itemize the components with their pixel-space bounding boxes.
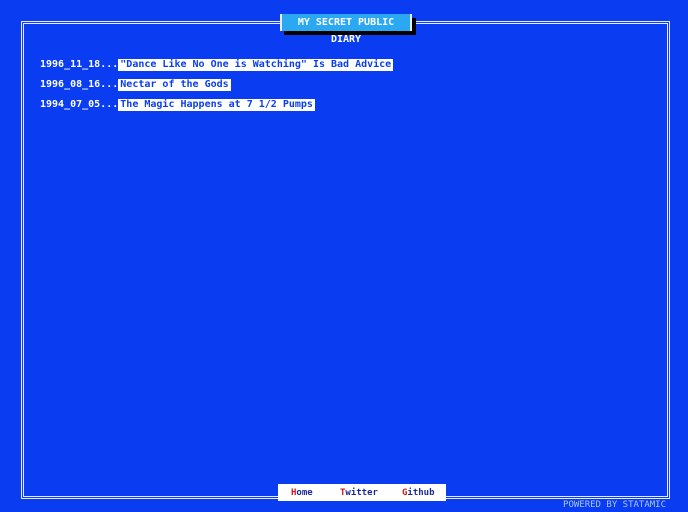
nav-home[interactable]: Home [291, 488, 313, 498]
nav-github[interactable]: Github [402, 488, 435, 498]
list-item: 1994_07_05... The Magic Happens at 7 1/2… [40, 99, 393, 119]
nav-twitter-rest: witter [345, 487, 378, 498]
entry-link[interactable]: Nectar of the Gods [118, 79, 231, 91]
entry-date: 1994_07_05... [40, 99, 119, 110]
nav-home-rest: ome [296, 487, 313, 498]
footer-nav: Home Twitter Github [278, 484, 446, 501]
nav-twitter[interactable]: Twitter [340, 488, 378, 498]
list-item: 1996_08_16... Nectar of the Gods [40, 79, 393, 99]
nav-github-rest: ithub [407, 487, 435, 498]
entry-link[interactable]: The Magic Happens at 7 1/2 Pumps [118, 99, 315, 111]
entry-list: 1996_11_18... "Dance Like No One is Watc… [40, 59, 394, 119]
site-title: MY SECRET PUBLIC DIARY [280, 14, 412, 45]
entry-link[interactable]: "Dance Like No One is Watching" Is Bad A… [118, 59, 394, 71]
entry-date: 1996_11_18... [40, 59, 119, 70]
powered-by: POWERED BY STATAMIC [563, 500, 666, 510]
list-item: 1996_11_18... "Dance Like No One is Watc… [40, 59, 394, 79]
entry-date: 1996_08_16... [40, 79, 119, 90]
